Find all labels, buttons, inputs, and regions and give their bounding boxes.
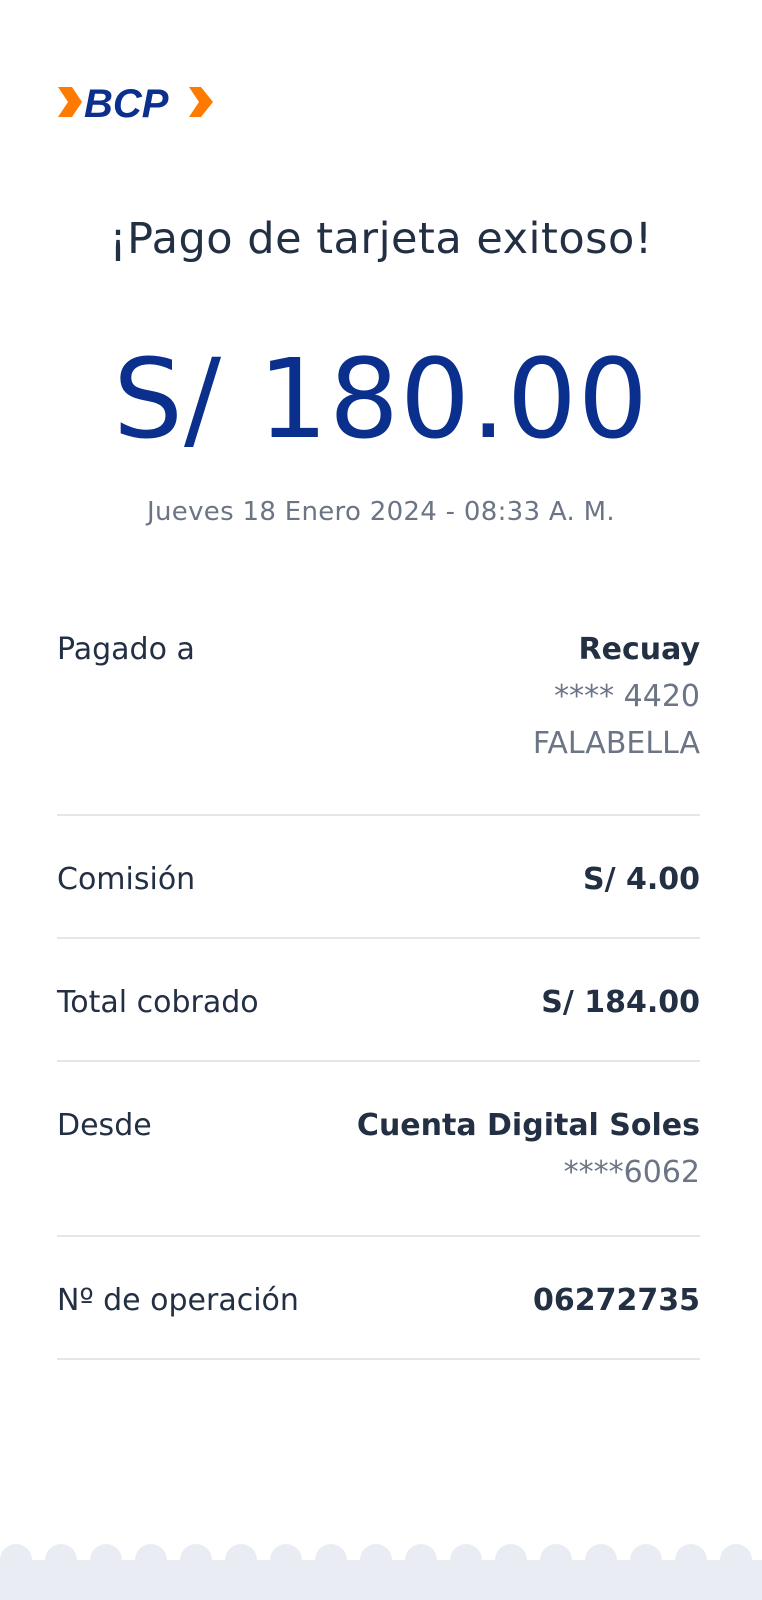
detail-label: Desde [57,1108,152,1143]
detail-row-total: Total cobrado S/ 184.00 [57,939,700,1062]
detail-value: 06272735 [533,1283,700,1318]
total-amount: S/ 184.00 [541,985,700,1020]
card-issuer: FALABELLA [532,726,700,761]
payee-name: Recuay [578,632,700,667]
account-number: ****6062 [563,1155,700,1190]
detail-row-from: Desde Cuenta Digital Soles ****6062 [57,1062,700,1237]
receipt-details: Pagado a Recuay **** 4420 FALABELLA Comi… [57,612,700,1360]
detail-label: Nº de operación [57,1283,299,1318]
detail-value: S/ 4.00 [583,862,700,897]
bcp-logo: BCP [56,80,216,124]
payment-datetime: Jueves 18 Enero 2024 - 08:33 A. M. [147,497,615,527]
detail-value: S/ 184.00 [541,985,700,1020]
svg-text:BCP: BCP [84,82,169,124]
detail-label: Comisión [57,862,196,897]
bcp-logo-mark: BCP [58,82,213,124]
detail-label: Pagado a [57,632,195,667]
source-account: Cuenta Digital Soles [356,1108,700,1143]
detail-value: Cuenta Digital Soles ****6062 [357,1108,700,1190]
page-title: ¡Pago de tarjeta exitoso! [109,214,653,264]
detail-row-operation-number: Nº de operación 06272735 [57,1237,700,1360]
card-number: **** 4420 [554,679,700,714]
detail-row-paid-to: Pagado a Recuay **** 4420 FALABELLA [57,612,700,816]
detail-row-commission: Comisión S/ 4.00 [57,816,700,939]
detail-value: Recuay **** 4420 FALABELLA [533,632,700,761]
operation-number: 06272735 [533,1283,700,1318]
payment-amount: S/ 180.00 [113,335,649,463]
receipt-footer [0,1560,762,1600]
commission-amount: S/ 4.00 [582,862,700,897]
detail-label: Total cobrado [57,985,259,1020]
